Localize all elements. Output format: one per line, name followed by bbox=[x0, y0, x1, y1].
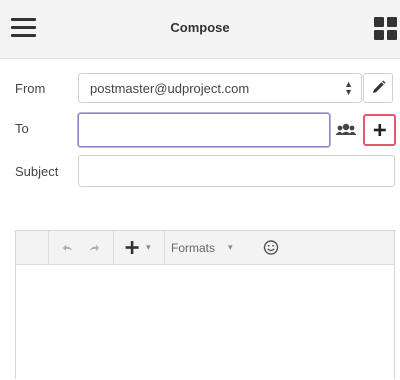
pencil-icon bbox=[373, 80, 386, 93]
formats-label: Formats bbox=[171, 241, 216, 255]
emoji-button[interactable] bbox=[258, 231, 284, 264]
to-label: To bbox=[15, 121, 29, 136]
from-select-value: postmaster@udproject.com bbox=[90, 81, 250, 96]
subject-input[interactable] bbox=[78, 155, 395, 187]
undo-button[interactable] bbox=[54, 231, 80, 264]
message-editor: ▾ Formats ▾ bbox=[15, 230, 395, 379]
edit-identity-button[interactable] bbox=[363, 73, 393, 103]
chevron-down-icon: ▾ bbox=[146, 242, 151, 252]
contacts-group-icon bbox=[335, 123, 357, 135]
grid-apps-icon[interactable] bbox=[374, 17, 398, 41]
page-title: Compose bbox=[170, 20, 230, 35]
editor-toolbar: ▾ Formats ▾ bbox=[16, 231, 394, 265]
insert-menu-button[interactable]: ▾ bbox=[118, 231, 158, 264]
toolbar-divider bbox=[48, 231, 49, 264]
from-label: From bbox=[15, 81, 46, 96]
message-body[interactable] bbox=[16, 265, 394, 380]
from-select[interactable]: postmaster@udproject.com ▲ ▼ bbox=[78, 73, 362, 103]
compose-header: Compose bbox=[0, 0, 400, 59]
add-recipient-button[interactable] bbox=[363, 114, 396, 146]
redo-button[interactable] bbox=[82, 231, 108, 264]
toolbar-divider bbox=[164, 231, 165, 264]
subject-label: Subject bbox=[15, 164, 59, 179]
toolbar-divider bbox=[113, 231, 114, 264]
formats-dropdown[interactable]: Formats ▾ bbox=[166, 231, 256, 264]
contacts-button[interactable] bbox=[332, 113, 360, 147]
emoji-icon bbox=[263, 240, 279, 255]
redo-icon bbox=[89, 244, 99, 251]
insert-plus-icon bbox=[125, 241, 139, 254]
to-input[interactable] bbox=[78, 113, 330, 147]
chevron-down-icon: ▾ bbox=[228, 242, 233, 252]
select-arrows-icon: ▲ ▼ bbox=[344, 79, 353, 97]
undo-icon bbox=[63, 244, 73, 251]
plus-icon bbox=[373, 124, 386, 136]
